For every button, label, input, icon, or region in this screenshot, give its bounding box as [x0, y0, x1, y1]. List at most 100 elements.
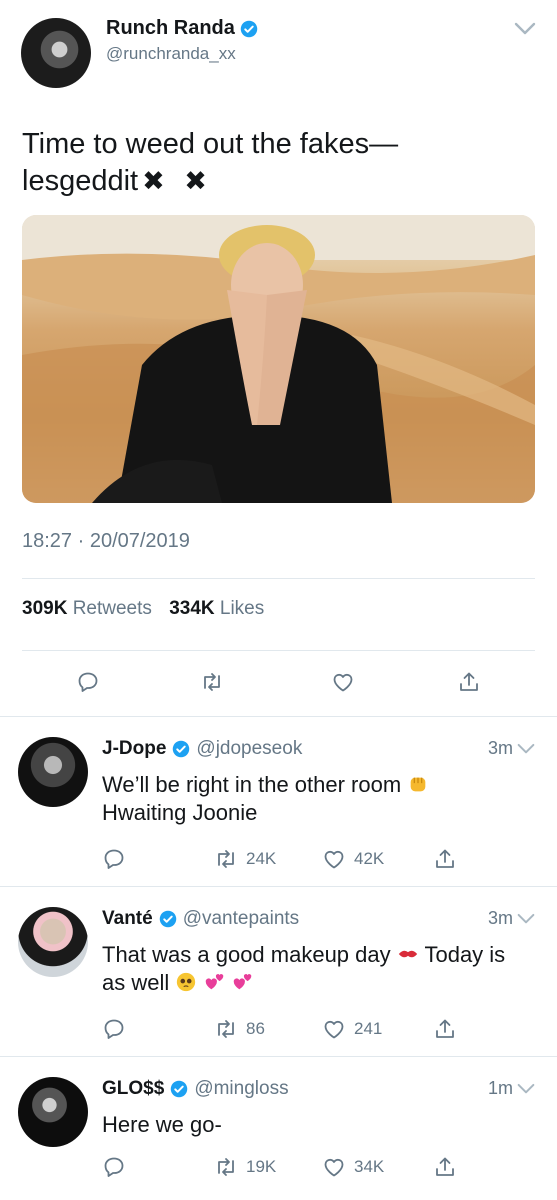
retweets-label[interactable]: Retweets	[73, 598, 152, 619]
tweet-timestamp[interactable]: 18:27 · 20/07/2019	[22, 530, 190, 553]
reply-author-name[interactable]: Vanté	[102, 908, 153, 930]
reply-header: GLO$$ @mingloss	[102, 1078, 289, 1100]
two-hearts-emoji	[205, 974, 223, 990]
reply-action-bar: 86 241	[0, 1017, 557, 1047]
reply-action-bar: 24K 42K	[0, 847, 557, 877]
divider	[22, 578, 535, 579]
reply-author-name[interactable]: J-Dope	[102, 738, 166, 760]
reply-tweet[interactable]: J-Dope @jdopeseok 3m We’ll be right in t…	[0, 716, 557, 886]
reply-timestamp: 3m	[487, 738, 513, 758]
chevron-down-icon[interactable]	[514, 21, 536, 37]
reply-text-line: We’ll be right in the other room	[102, 772, 402, 797]
verified-badge-icon	[171, 1080, 188, 1098]
avatar[interactable]	[18, 907, 88, 977]
retweets-count[interactable]: 309K	[22, 598, 67, 619]
reply-text-line: Hwaiting Joonie	[102, 800, 258, 825]
like-button[interactable]: 34K	[322, 1155, 384, 1179]
share-button[interactable]	[457, 670, 481, 694]
share-icon	[460, 672, 478, 691]
retweet-button[interactable]: 19K	[214, 1155, 276, 1179]
author-avatar[interactable]	[21, 18, 91, 88]
like-count: 42K	[354, 849, 385, 868]
likes-label[interactable]: Likes	[220, 598, 264, 619]
reply-action-bar: 19K 34K	[0, 1155, 557, 1185]
author-name[interactable]: Runch Randa	[106, 17, 235, 40]
share-icon	[436, 849, 454, 868]
like-icon	[324, 1158, 344, 1177]
main-action-bar	[0, 670, 557, 700]
verified-badge-icon	[240, 20, 258, 37]
like-button[interactable]: 42K	[322, 847, 384, 871]
reply-tweet[interactable]: GLO$$ @mingloss 1m Here we go- 19K 34K	[0, 1056, 557, 1200]
reply-author-handle[interactable]: @mingloss	[194, 1078, 288, 1100]
like-button[interactable]	[331, 670, 355, 694]
retweet-icon	[218, 850, 234, 868]
kiss-mark-emoji	[398, 950, 417, 958]
reply-header: Vanté @vantepaints	[102, 908, 299, 930]
retweet-count: 24K	[246, 849, 277, 868]
reply-time[interactable]: 3m	[488, 908, 535, 929]
reply-icon	[78, 672, 98, 692]
tweet-stats: 309K Retweets 334K Likes	[22, 598, 276, 620]
share-button[interactable]	[433, 847, 457, 871]
reply-time[interactable]: 3m	[488, 738, 535, 759]
x-marks: ✖ ✖	[142, 166, 213, 196]
reply-button[interactable]	[102, 1155, 126, 1179]
tweet-text: Time to weed out the fakes—lesgeddit ✖ ✖	[22, 126, 522, 200]
avatar[interactable]	[18, 1077, 88, 1147]
reply-timestamp: 3m	[487, 908, 513, 928]
two-hearts-emoji	[233, 974, 251, 990]
like-count: 241	[354, 1019, 383, 1038]
avatar[interactable]	[18, 737, 88, 807]
share-button[interactable]	[433, 1155, 457, 1179]
reply-icon	[104, 849, 124, 869]
raised-fist-emoji	[410, 777, 426, 792]
author-name-row[interactable]: Runch Randa	[106, 17, 258, 40]
reply-text: We’ll be right in the other room Hwaitin…	[102, 771, 532, 827]
chevron-down-icon[interactable]	[517, 912, 535, 926]
retweet-button[interactable]: 24K	[214, 847, 276, 871]
reply-header: J-Dope @jdopeseok	[102, 738, 302, 760]
share-button[interactable]	[433, 1017, 457, 1041]
reply-text-line: That was a good makeup day	[102, 942, 391, 967]
reply-author-name[interactable]: GLO$$	[102, 1078, 164, 1100]
reply-text: That was a good makeup day Today is as w…	[102, 941, 532, 997]
chevron-down-icon[interactable]	[517, 742, 535, 756]
like-count: 34K	[354, 1157, 385, 1176]
retweet-icon	[218, 1020, 234, 1038]
retweet-count: 19K	[246, 1157, 277, 1176]
verified-badge-icon	[173, 740, 190, 758]
retweet-button[interactable]	[200, 670, 224, 694]
reply-timestamp: 1m	[487, 1078, 513, 1098]
retweet-count: 86	[246, 1019, 265, 1038]
reply-time[interactable]: 1m	[488, 1078, 535, 1099]
reply-icon	[104, 1019, 124, 1039]
retweet-button[interactable]: 86	[214, 1017, 265, 1041]
reply-tweet[interactable]: Vanté @vantepaints 3m That was a good ma…	[0, 886, 557, 1056]
like-button[interactable]: 241	[322, 1017, 382, 1041]
likes-count[interactable]: 334K	[169, 598, 214, 619]
verified-badge-icon	[159, 910, 176, 928]
share-icon	[436, 1157, 454, 1176]
tweet-photo[interactable]	[22, 215, 535, 503]
reply-button[interactable]	[102, 847, 126, 871]
reply-author-handle[interactable]: @jdopeseok	[196, 738, 302, 760]
photo-scene	[22, 215, 535, 503]
reply-text-line: Here we go-	[102, 1112, 222, 1137]
reply-button[interactable]	[102, 1017, 126, 1041]
main-tweet: Runch Randa @runchranda_xx Time to weed …	[0, 0, 557, 716]
reply-button[interactable]	[76, 670, 100, 694]
reply-author-handle[interactable]: @vantepaints	[183, 908, 299, 930]
share-icon	[436, 1019, 454, 1038]
reply-icon	[104, 1157, 124, 1177]
retweet-icon	[204, 673, 220, 691]
retweet-icon	[218, 1158, 234, 1176]
like-icon	[324, 850, 344, 869]
author-handle[interactable]: @runchranda_xx	[106, 44, 236, 64]
chevron-down-icon[interactable]	[517, 1082, 535, 1096]
like-icon	[324, 1020, 344, 1039]
pleading-face-emoji	[177, 972, 196, 992]
like-icon	[333, 673, 353, 692]
reply-text: Here we go-	[102, 1111, 532, 1139]
divider	[22, 650, 535, 651]
